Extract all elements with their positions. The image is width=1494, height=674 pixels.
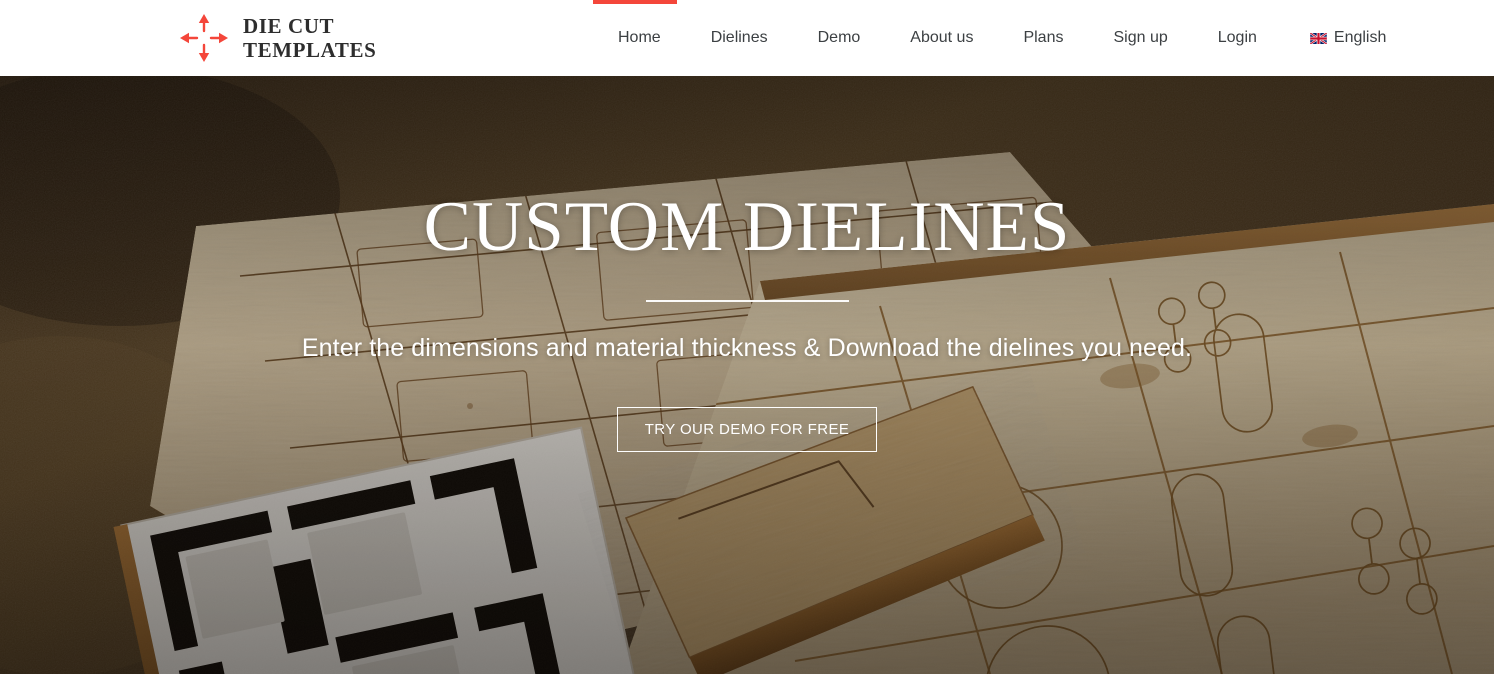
nav-item-dielines[interactable]: Dielines xyxy=(686,0,793,76)
language-selector[interactable]: English xyxy=(1282,0,1411,76)
hero-divider xyxy=(645,300,849,302)
nav-item-about-us[interactable]: About us xyxy=(885,0,998,76)
try-demo-button[interactable]: TRY OUR DEMO FOR FREE xyxy=(616,407,878,452)
four-way-arrows-icon xyxy=(175,9,233,67)
hero-title: CUSTOM DIELINES xyxy=(423,188,1071,266)
site-header: DIE CUT TEMPLATES Home Dielines Demo Abo… xyxy=(0,0,1494,76)
uk-flag-icon xyxy=(1309,32,1327,44)
main-navigation: Home Dielines Demo About us Plans Sign u… xyxy=(593,0,1411,76)
nav-item-login[interactable]: Login xyxy=(1193,0,1282,76)
hero-content: CUSTOM DIELINES Enter the dimensions and… xyxy=(0,76,1494,674)
hero-section: CUSTOM DIELINES Enter the dimensions and… xyxy=(0,76,1494,674)
brand-logo[interactable]: DIE CUT TEMPLATES xyxy=(175,9,376,67)
language-label: English xyxy=(1333,29,1387,46)
nav-item-sign-up[interactable]: Sign up xyxy=(1088,0,1192,76)
nav-item-plans[interactable]: Plans xyxy=(998,0,1088,76)
brand-name: DIE CUT TEMPLATES xyxy=(243,13,377,62)
nav-item-demo[interactable]: Demo xyxy=(793,0,886,76)
hero-subtitle: Enter the dimensions and material thickn… xyxy=(301,334,1193,362)
nav-item-home[interactable]: Home xyxy=(593,0,686,76)
